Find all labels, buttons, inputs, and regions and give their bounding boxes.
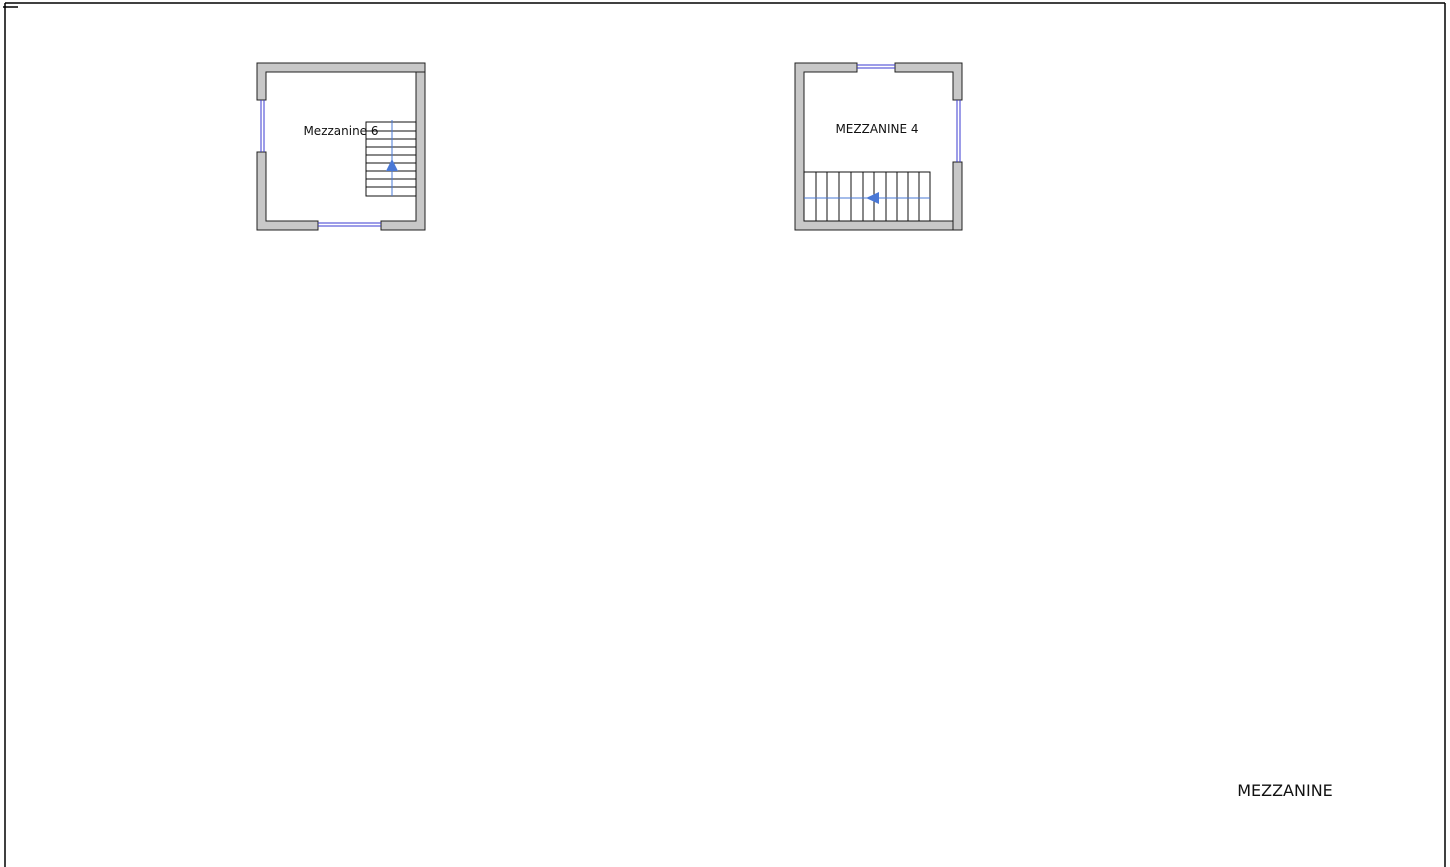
room-label: MEZZANINE 4 <box>835 122 918 136</box>
stair-arrow-left-icon <box>866 192 879 204</box>
stair-arrow-up-icon <box>386 159 398 171</box>
room-label: Mezzanine 6 <box>303 124 378 138</box>
floor-plan-sheet: Mezzanine 6 MEZZANINE 4 MEZZANINE <box>3 2 1446 867</box>
walls <box>794 62 963 231</box>
sheet-label: MEZZANINE <box>1237 781 1333 800</box>
room-mezzanine-6[interactable]: Mezzanine 6 <box>256 62 426 231</box>
stair <box>803 171 931 222</box>
sheet-border <box>3 2 1446 867</box>
windows <box>260 100 381 227</box>
room-mezzanine-4[interactable]: MEZZANINE 4 <box>794 62 963 231</box>
windows <box>857 64 961 162</box>
